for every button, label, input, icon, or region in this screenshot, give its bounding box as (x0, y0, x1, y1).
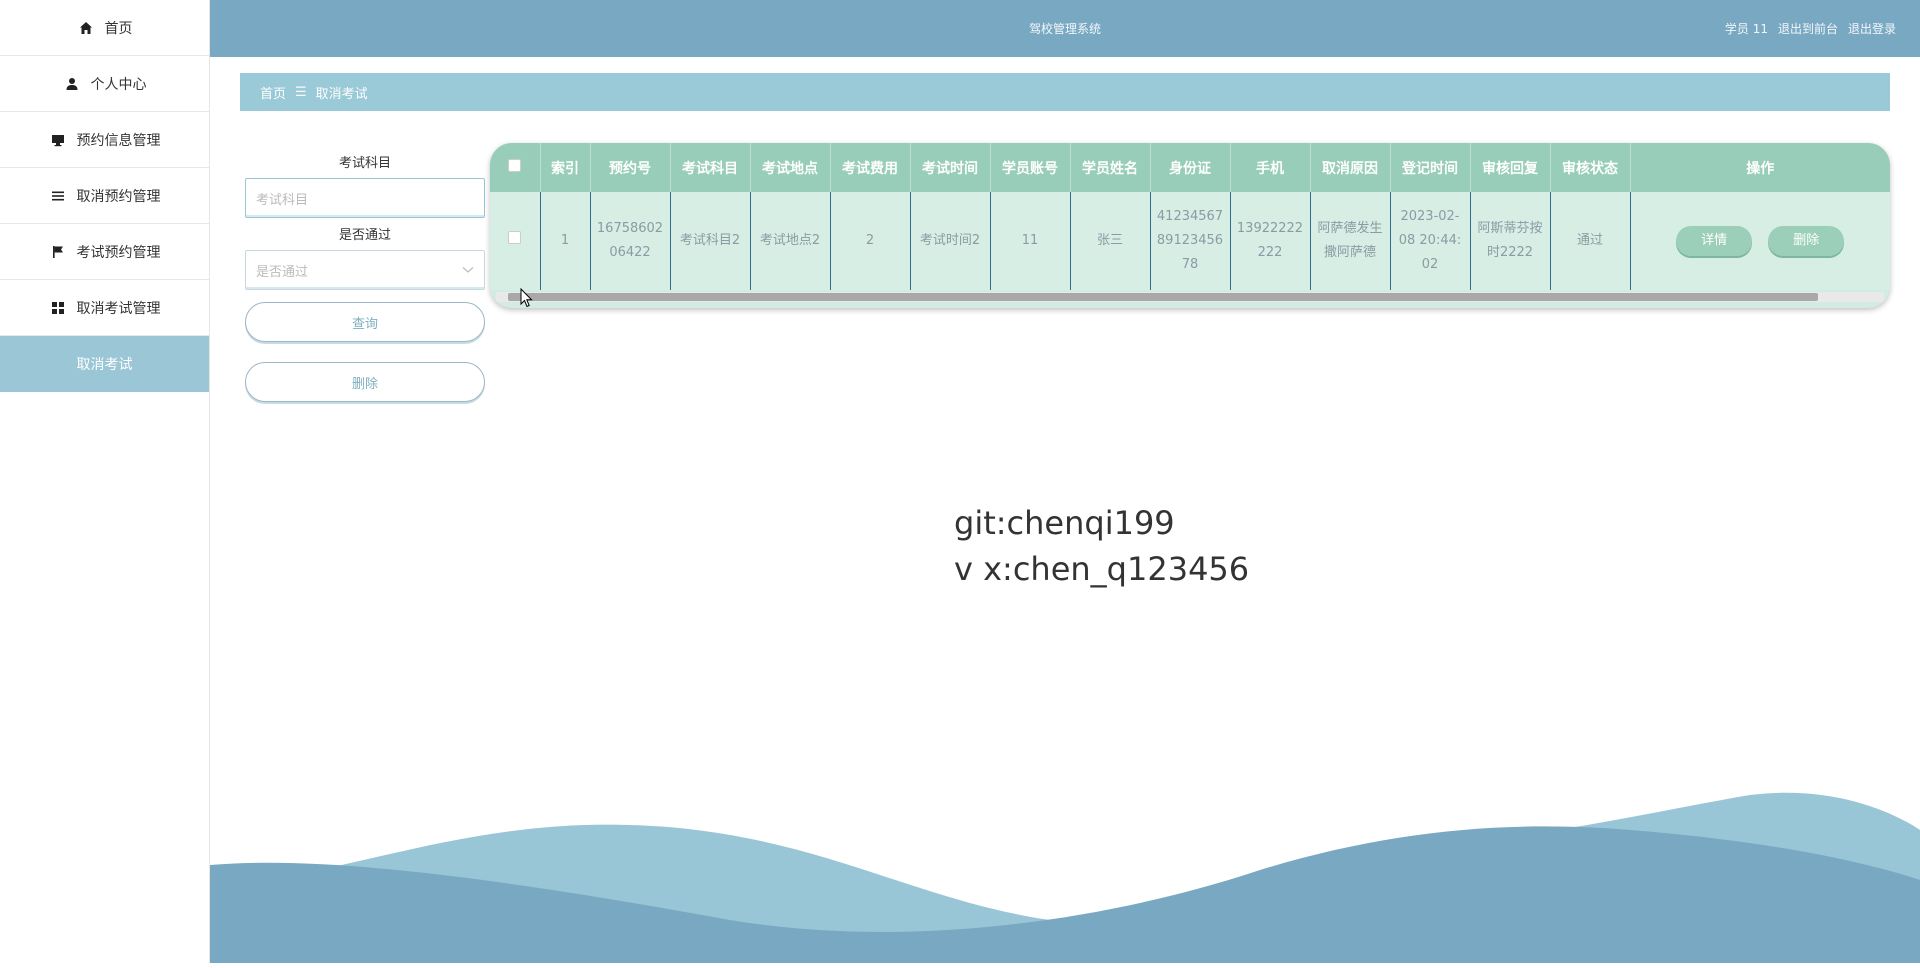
header: 驾校管理系统 学员 11 退出到前台 退出登录 (210, 0, 1920, 57)
cell-status: 通过 (1550, 192, 1631, 290)
col-header: 学员账号 (990, 143, 1071, 192)
sidebar-item-label: 预约信息管理 (76, 132, 161, 149)
row-checkbox[interactable] (490, 192, 541, 290)
sidebar-item-cancel-booking[interactable]: 取消预约管理 (0, 168, 209, 224)
breadcrumb-separator-icon: ☰ (295, 84, 307, 100)
home-icon (77, 19, 95, 37)
monitor-icon (49, 131, 67, 149)
passed-select[interactable]: 是否通过 (245, 250, 485, 290)
cell-name: 张三 (1070, 192, 1151, 290)
col-header: 考试时间 (910, 143, 991, 192)
breadcrumb-home[interactable]: 首页 (260, 83, 286, 102)
user-icon (63, 75, 81, 93)
cell-time: 考试时间2 (910, 192, 991, 290)
sidebar-item-booking-info[interactable]: 预约信息管理 (0, 112, 209, 168)
col-header: 登记时间 (1390, 143, 1471, 192)
sidebar-item-exam-booking[interactable]: 考试预约管理 (0, 224, 209, 280)
chevron-down-icon (462, 263, 474, 278)
cell-id-card: 412345678912345678 (1150, 192, 1231, 290)
sidebar-item-label: 取消预约管理 (76, 188, 161, 205)
search-panel: 考试科目 考试科目 是否通过 是否通过 查询 删除 (245, 150, 485, 402)
col-header: 考试科目 (670, 143, 751, 192)
watermark-line-1: git:chenqi199 (954, 504, 1175, 542)
delete-selected-button[interactable]: 删除 (245, 362, 485, 402)
subject-input[interactable]: 考试科目 (245, 178, 485, 218)
sidebar-item-home[interactable]: 首页 (0, 0, 209, 56)
cell-fee: 2 (830, 192, 911, 290)
app-root: 首页 个人中心 预约信息管理 取消预约管理 考试预约管理 取消考试管理 取消考试… (0, 0, 1920, 968)
sidebar-item-label: 个人中心 (90, 76, 147, 93)
mouse-cursor-icon (520, 288, 533, 308)
subject-label: 考试科目 (338, 156, 391, 171)
cell-phone: 13922222222 (1230, 192, 1311, 290)
app-title: 驾校管理系统 (1028, 22, 1101, 36)
col-header: 审核状态 (1550, 143, 1631, 192)
header-user-actions: 学员 11 退出到前台 退出登录 (1725, 20, 1896, 37)
user-label: 学员 11 (1724, 22, 1768, 36)
sidebar-item-cancel-exam-mgmt[interactable]: 取消考试管理 (0, 280, 209, 336)
col-header: 考试费用 (830, 143, 911, 192)
scrollbar-thumb[interactable] (508, 293, 1818, 301)
col-header: 考试地点 (750, 143, 831, 192)
passed-label: 是否通过 (338, 228, 391, 243)
list-icon (49, 187, 67, 205)
horizontal-scrollbar[interactable] (496, 292, 1884, 302)
decorative-waves (210, 792, 1920, 968)
flag-icon (49, 243, 67, 261)
col-header: 取消原因 (1310, 143, 1391, 192)
query-button[interactable]: 查询 (245, 302, 485, 342)
subject-placeholder: 考试科目 (256, 192, 309, 208)
detail-button[interactable]: 详情 (1676, 226, 1753, 256)
sidebar-item-label: 首页 (104, 20, 133, 37)
data-table: 索引 预约号 考试科目 考试地点 考试费用 考试时间 学员账号 学员姓名 身份证… (490, 143, 1890, 308)
cell-location: 考试地点2 (750, 192, 831, 290)
sidebar-item-label: 取消考试管理 (76, 300, 161, 317)
col-header: 预约号 (590, 143, 671, 192)
passed-placeholder: 是否通过 (256, 264, 309, 280)
col-header: 身份证 (1150, 143, 1231, 192)
table-row: 1 1675860206422 考试科目2 考试地点2 2 考试时间2 11 张… (490, 192, 1890, 290)
col-header: 手机 (1230, 143, 1311, 192)
col-header: 操作 (1746, 160, 1775, 177)
sidebar-item-profile[interactable]: 个人中心 (0, 56, 209, 112)
select-all-checkbox[interactable] (490, 143, 541, 192)
col-header: 索引 (540, 143, 591, 192)
grid-icon (49, 299, 67, 317)
sidebar-item-label: 取消考试 (76, 357, 133, 373)
cell-actions: 详情 删除 (1630, 192, 1890, 290)
cell-reply: 阿斯蒂芬按时2222 (1470, 192, 1551, 290)
cell-subject: 考试科目2 (670, 192, 751, 290)
sidebar-item-label: 考试预约管理 (76, 244, 161, 261)
cell-account: 11 (990, 192, 1071, 290)
cell-index: 1 (540, 192, 591, 290)
sidebar: 首页 个人中心 预约信息管理 取消预约管理 考试预约管理 取消考试管理 取消考试 (0, 0, 210, 968)
row-delete-button[interactable]: 删除 (1768, 226, 1845, 256)
watermark: git:chenqi199 v x:chen_q123456 (954, 500, 1249, 592)
watermark-line-2: v x:chen_q123456 (954, 550, 1250, 588)
sidebar-item-cancel-exam[interactable]: 取消考试 (0, 336, 209, 392)
cell-booking-no: 1675860206422 (590, 192, 671, 290)
col-header: 学员姓名 (1070, 143, 1151, 192)
table-header-row: 索引 预约号 考试科目 考试地点 考试费用 考试时间 学员账号 学员姓名 身份证… (490, 143, 1890, 192)
breadcrumb: 首页 ☰ 取消考试 (240, 73, 1890, 111)
logout-link[interactable]: 退出登录 (1848, 20, 1896, 37)
cell-reg-time: 2023-02-08 20:44:02 (1390, 192, 1471, 290)
cell-reason: 阿萨德发生撒阿萨德 (1310, 192, 1391, 290)
exit-to-front-link[interactable]: 退出到前台 (1778, 20, 1838, 37)
col-header: 审核回复 (1470, 143, 1551, 192)
page-bottom-edge (0, 963, 1920, 968)
breadcrumb-current: 取消考试 (315, 86, 368, 102)
